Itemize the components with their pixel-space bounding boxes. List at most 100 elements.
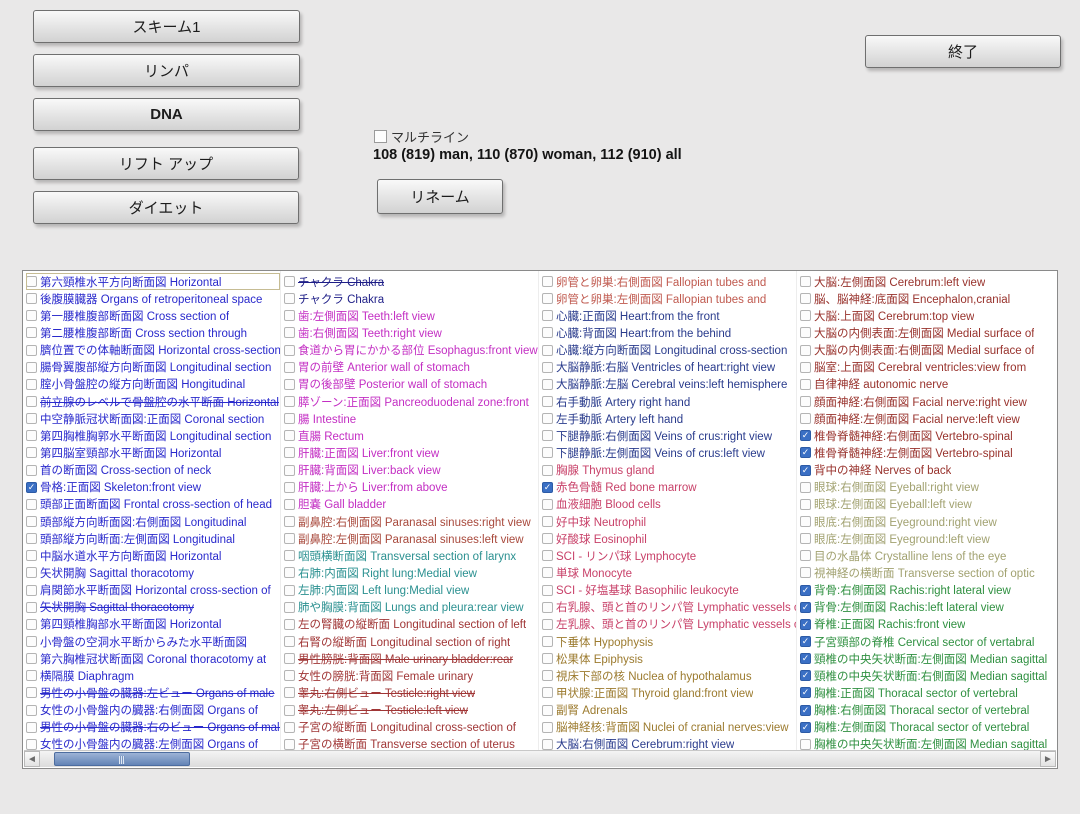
item-checkbox[interactable] bbox=[284, 345, 295, 356]
item-checkbox[interactable] bbox=[542, 687, 553, 698]
item-checkbox[interactable] bbox=[542, 636, 553, 647]
list-item[interactable]: 自律神経 autonomic nerve bbox=[800, 376, 1053, 393]
list-item[interactable]: 左肺:内面図 Left lung:Medial view bbox=[284, 582, 538, 599]
list-item[interactable]: 第一腰椎腹部断面図 Cross section of bbox=[26, 307, 280, 324]
item-checkbox[interactable] bbox=[542, 533, 553, 544]
list-item[interactable]: ✓椎骨脊髄神経:右側面図 Vertebro-spinal bbox=[800, 427, 1053, 444]
list-item[interactable]: 後腹膜臓器 Organs of retroperitoneal space bbox=[26, 290, 280, 307]
list-item[interactable]: 目の水晶体 Crystalline lens of the eye bbox=[800, 547, 1053, 564]
list-item[interactable]: 大脳:左側面図 Cerebrum:left view bbox=[800, 273, 1053, 290]
list-item[interactable]: 第六頸椎水平方向断面図 Horizontal bbox=[26, 273, 280, 290]
item-checkbox[interactable] bbox=[800, 550, 811, 561]
list-item[interactable]: 中空静脈冠状断面図:正面図 Coronal section bbox=[26, 410, 280, 427]
list-item[interactable]: 左の腎臓の縦断面 Longitudinal section of left bbox=[284, 616, 538, 633]
item-checkbox[interactable] bbox=[542, 653, 553, 664]
item-checkbox-checked[interactable]: ✓ bbox=[26, 482, 37, 493]
list-item[interactable]: 肩関節水平断面図 Horizontal cross-section of bbox=[26, 582, 280, 599]
item-checkbox[interactable] bbox=[800, 482, 811, 493]
scheme1-button[interactable]: スキーム1 bbox=[33, 10, 300, 43]
list-item[interactable]: 右手動脈 Artery right hand bbox=[542, 393, 796, 410]
list-item[interactable]: 眼底:左側面図 Eyeground:left view bbox=[800, 530, 1053, 547]
list-item[interactable]: 第二腰椎腹部断面 Cross section through bbox=[26, 324, 280, 341]
list-item[interactable]: ✓頸椎の中央矢状断面:左側面図 Median sagittal bbox=[800, 650, 1053, 667]
item-checkbox[interactable] bbox=[542, 465, 553, 476]
list-item[interactable]: ✓背骨:右側面図 Rachis:right lateral view bbox=[800, 582, 1053, 599]
scrollbar-thumb[interactable] bbox=[54, 752, 190, 766]
item-checkbox[interactable] bbox=[26, 550, 37, 561]
item-checkbox[interactable] bbox=[284, 482, 295, 493]
item-checkbox-checked[interactable]: ✓ bbox=[542, 482, 553, 493]
item-checkbox[interactable] bbox=[542, 722, 553, 733]
list-item[interactable]: チャクラ Chakra bbox=[284, 290, 538, 307]
list-item[interactable]: 単球 Monocyte bbox=[542, 564, 796, 581]
item-checkbox[interactable] bbox=[542, 739, 553, 750]
list-item[interactable]: 腟小骨盤腔の縦方向断面図 Hongitudinal bbox=[26, 376, 280, 393]
list-item[interactable]: ✓赤色骨髄 Red bone marrow bbox=[542, 479, 796, 496]
list-item[interactable]: 矢状開胸 Sagittal thoracotomy bbox=[26, 564, 280, 581]
list-item[interactable]: 副腎 Adrenals bbox=[542, 702, 796, 719]
item-checkbox[interactable] bbox=[542, 499, 553, 510]
item-checkbox[interactable] bbox=[542, 310, 553, 321]
item-checkbox[interactable] bbox=[542, 447, 553, 458]
item-checkbox[interactable] bbox=[542, 345, 553, 356]
item-checkbox[interactable] bbox=[284, 327, 295, 338]
item-checkbox[interactable] bbox=[284, 687, 295, 698]
list-item[interactable]: 眼球:左側面図 Eyeball:left view bbox=[800, 496, 1053, 513]
list-item[interactable]: 睾丸:右側ビュー Testicle:right view bbox=[284, 684, 538, 701]
item-checkbox[interactable] bbox=[26, 585, 37, 596]
list-item[interactable]: 咽頭横断面図 Transversal section of larynx bbox=[284, 547, 538, 564]
item-checkbox[interactable] bbox=[284, 533, 295, 544]
list-item[interactable]: 眼球:右側面図 Eyeball:right view bbox=[800, 479, 1053, 496]
list-item[interactable]: 第六胸椎冠状断面図 Coronal thoracotomy at bbox=[26, 650, 280, 667]
item-checkbox[interactable] bbox=[284, 619, 295, 630]
item-checkbox[interactable] bbox=[800, 345, 811, 356]
item-checkbox[interactable] bbox=[284, 567, 295, 578]
item-checkbox[interactable] bbox=[800, 276, 811, 287]
list-item[interactable]: ✓胸椎:右側面図 Thoracal sector of vertebral bbox=[800, 702, 1053, 719]
item-checkbox[interactable] bbox=[542, 379, 553, 390]
list-item[interactable]: 右肺:内面図 Right lung:Medial view bbox=[284, 564, 538, 581]
item-checkbox[interactable] bbox=[26, 379, 37, 390]
item-checkbox[interactable] bbox=[542, 585, 553, 596]
item-checkbox[interactable] bbox=[800, 379, 811, 390]
item-checkbox[interactable] bbox=[26, 276, 37, 287]
item-checkbox[interactable] bbox=[284, 739, 295, 750]
item-checkbox[interactable] bbox=[284, 362, 295, 373]
item-checkbox-checked[interactable]: ✓ bbox=[800, 430, 811, 441]
list-item[interactable]: 女性の膀胱:背面図 Female urinary bbox=[284, 667, 538, 684]
item-checkbox[interactable] bbox=[542, 567, 553, 578]
list-item[interactable]: 右乳腺、頭と首のリンパ管 Lymphatic vessels of bbox=[542, 599, 796, 616]
list-item[interactable]: 顔面神経:左側面図 Facial nerve:left view bbox=[800, 410, 1053, 427]
list-item[interactable]: チャクラ Chakra bbox=[284, 273, 538, 290]
item-checkbox[interactable] bbox=[26, 619, 37, 630]
list-item[interactable]: 脳、脳神経:底面図 Encephalon,cranial bbox=[800, 290, 1053, 307]
list-item[interactable]: 心臓:正面図 Heart:from the front bbox=[542, 307, 796, 324]
list-item[interactable]: 副鼻腔:左側面図 Paranasal sinuses:left view bbox=[284, 530, 538, 547]
item-checkbox[interactable] bbox=[542, 705, 553, 716]
item-checkbox[interactable] bbox=[542, 670, 553, 681]
list-item[interactable]: 眼底:右側面図 Eyeground:right view bbox=[800, 513, 1053, 530]
list-item[interactable]: 大脳の内側表面:右側面図 Medial surface of bbox=[800, 342, 1053, 359]
list-item[interactable]: 下腿静脈:右側面図 Veins of crus:right view bbox=[542, 427, 796, 444]
list-item[interactable]: 胃の前壁 Anterior wall of stomach bbox=[284, 359, 538, 376]
list-item[interactable]: 下腿静脈:左側面図 Veins of crus:left view bbox=[542, 444, 796, 461]
item-checkbox[interactable] bbox=[26, 653, 37, 664]
item-checkbox-checked[interactable]: ✓ bbox=[800, 619, 811, 630]
item-checkbox[interactable] bbox=[284, 293, 295, 304]
item-checkbox-checked[interactable]: ✓ bbox=[800, 465, 811, 476]
list-item[interactable]: 頭部縦方向断面:左側面図 Longitudinal bbox=[26, 530, 280, 547]
list-item[interactable]: 胆嚢 Gall bladder bbox=[284, 496, 538, 513]
list-item[interactable]: 心臓:縦方向断面図 Longitudinal cross-section bbox=[542, 342, 796, 359]
list-item[interactable]: 視床下部の核 Nuclea of hypothalamus bbox=[542, 667, 796, 684]
list-item[interactable]: 直腸 Rectum bbox=[284, 427, 538, 444]
item-checkbox[interactable] bbox=[800, 567, 811, 578]
list-item[interactable]: ✓子宮頸部の脊椎 Cervical sector of vertabral bbox=[800, 633, 1053, 650]
item-checkbox[interactable] bbox=[542, 430, 553, 441]
list-item[interactable]: ✓胸椎:正面図 Thoracal sector of vertebral bbox=[800, 684, 1053, 701]
item-checkbox[interactable] bbox=[284, 653, 295, 664]
list-item[interactable]: 卵管と卵巣:左側面図 Fallopian tubes and bbox=[542, 290, 796, 307]
list-item[interactable]: SCI - 好塩基球 Basophilic leukocyte bbox=[542, 582, 796, 599]
list-item[interactable]: ✓頸椎の中央矢状断面:右側面図 Median sagittal bbox=[800, 667, 1053, 684]
item-checkbox[interactable] bbox=[800, 362, 811, 373]
list-item[interactable]: ✓骨格:正面図 Skeleton:front view bbox=[26, 479, 280, 496]
